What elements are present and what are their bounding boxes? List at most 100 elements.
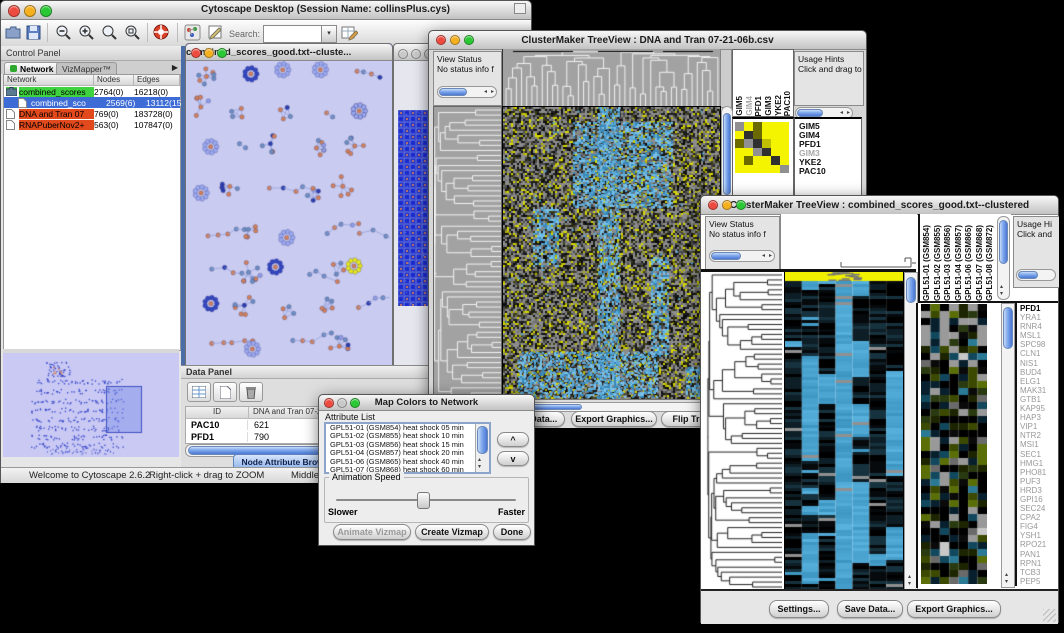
gene-label[interactable]: PEP5: [1020, 577, 1058, 586]
resize-grip[interactable]: [1043, 609, 1056, 622]
treeview1-titlebar[interactable]: ClusterMaker TreeView : DNA and Tran 07-…: [429, 31, 866, 50]
tab-vizmapper[interactable]: VizMapper™: [56, 62, 117, 74]
move-up-button[interactable]: ^: [497, 432, 529, 447]
treeview2-titlebar[interactable]: ClusterMaker TreeView : combined_scores_…: [701, 196, 1058, 215]
gene-label[interactable]: SEC1: [1020, 450, 1058, 459]
help-lifesaver-icon[interactable]: [153, 24, 170, 41]
gene-label[interactable]: YSH1: [1020, 531, 1058, 540]
zoom-button[interactable]: [736, 200, 746, 210]
scrollbar-thumb[interactable]: [477, 426, 488, 454]
new-attribute-icon[interactable]: [213, 382, 237, 402]
table-edit-icon[interactable]: [341, 24, 358, 41]
gene-label[interactable]: RNR4: [1020, 322, 1058, 331]
gene-label[interactable]: TCB3: [1020, 568, 1058, 577]
zoom-button[interactable]: [217, 48, 227, 58]
export-graphics-button[interactable]: Export Graphics...: [907, 600, 1001, 618]
search-dropdown-button[interactable]: ▾: [321, 25, 337, 43]
gene-label[interactable]: MSL1: [1020, 331, 1058, 340]
zoom-selected-icon[interactable]: [124, 24, 141, 41]
detail-heatmap[interactable]: [921, 304, 987, 584]
minimize-button[interactable]: [722, 200, 732, 210]
gene-label[interactable]: CPA2: [1020, 513, 1058, 522]
col-edges[interactable]: Edges: [134, 75, 180, 85]
zoom-button[interactable]: [350, 398, 360, 408]
view-status-scrollbar[interactable]: ◂▸: [709, 250, 775, 262]
control-panel-detach-icon[interactable]: [514, 3, 526, 14]
gene-label[interactable]: HRD3: [1020, 486, 1058, 495]
gene-label[interactable]: SPC98: [1020, 340, 1058, 349]
col-nodes[interactable]: Nodes: [94, 75, 134, 85]
gene-label[interactable]: NTR2: [1020, 431, 1058, 440]
scrollbar-thumb[interactable]: [439, 88, 467, 96]
gene-label[interactable]: MAK31: [1020, 386, 1058, 395]
gene-list-scrollbar[interactable]: ▴▾: [1001, 303, 1015, 588]
done-button[interactable]: Done: [493, 524, 531, 540]
gene-label[interactable]: GTB1: [1020, 395, 1058, 404]
close-button[interactable]: [8, 5, 20, 17]
column-dendrogram-area[interactable]: [780, 214, 917, 269]
close-button[interactable]: [324, 398, 334, 408]
animate-vizmap-button[interactable]: Animate Vizmap: [333, 524, 411, 540]
background-window-titlebar[interactable]: [394, 44, 432, 61]
zoom-button[interactable]: [40, 5, 52, 17]
gene-label[interactable]: PHO81: [1020, 468, 1058, 477]
zoom-fit-icon[interactable]: [101, 24, 118, 41]
gene-label[interactable]: HAP3: [1020, 413, 1058, 422]
network-tree-row[interactable]: combined_scores2764(0)16218(0): [4, 86, 180, 97]
zoom-in-icon[interactable]: [78, 24, 95, 41]
col-id[interactable]: ID: [186, 407, 249, 418]
minimize-button[interactable]: [24, 5, 36, 17]
gene-label[interactable]: RPO21: [1020, 540, 1058, 549]
gene-label[interactable]: ELG1: [1020, 377, 1058, 386]
gene-label[interactable]: PAN1: [1020, 550, 1058, 559]
minimize-button[interactable]: [204, 48, 214, 58]
scrollbar-thumb[interactable]: [1003, 307, 1013, 349]
column-dendrogram[interactable]: [502, 49, 721, 106]
gene-label[interactable]: CLN1: [1020, 349, 1058, 358]
network-tree-row[interactable]: DNA and Tran 07769(0)183728(0): [4, 108, 180, 119]
gene-label[interactable]: PFD1: [1020, 304, 1058, 313]
gene-label[interactable]: RPN1: [1020, 559, 1058, 568]
detail-heatmap-panel[interactable]: [916, 303, 1003, 588]
gene-label[interactable]: NIS1: [1020, 359, 1058, 368]
column-labels-scrollbar[interactable]: ▴▾: [997, 216, 1010, 300]
zoom-out-icon[interactable]: [55, 24, 72, 41]
row-dendrogram[interactable]: [705, 272, 782, 589]
gene-label[interactable]: BUD4: [1020, 368, 1058, 377]
global-heatmap[interactable]: [502, 106, 721, 401]
row-dendrogram[interactable]: [433, 106, 502, 401]
network-tree-row[interactable]: RNAPuberNov2+563(0)107847(0): [4, 119, 180, 130]
network-tree-row[interactable]: combined_sco2569(6)13112(15): [4, 97, 180, 108]
settings-button[interactable]: Settings...: [769, 600, 829, 618]
close-button[interactable]: [436, 35, 446, 45]
save-data-button[interactable]: Save Data...: [837, 600, 903, 618]
search-input[interactable]: [263, 25, 327, 43]
gene-label[interactable]: SEC24: [1020, 504, 1058, 513]
create-vizmap-button[interactable]: Create Vizmap: [415, 524, 489, 540]
zoom-button[interactable]: [464, 35, 474, 45]
network-table-header[interactable]: Network Nodes Edges: [4, 75, 180, 86]
attribute-list-scrollbar[interactable]: ▴▾: [475, 424, 489, 472]
delete-attribute-icon[interactable]: [239, 382, 263, 402]
minimize-button[interactable]: [411, 49, 421, 59]
scrollbar-thumb[interactable]: [723, 113, 731, 195]
minimize-button[interactable]: [450, 35, 460, 45]
speed-slider-thumb[interactable]: [417, 492, 430, 509]
global-heatmap[interactable]: [784, 272, 904, 589]
gene-label[interactable]: YRA1: [1020, 313, 1058, 322]
attribute-table-icon[interactable]: [187, 382, 211, 402]
close-button[interactable]: [398, 49, 408, 59]
close-button[interactable]: [191, 48, 201, 58]
network-view-titlebar[interactable]: combined_scores_good.txt--cluste...: [186, 44, 392, 61]
row-label[interactable]: PAC10: [799, 167, 861, 176]
detail-heatmap[interactable]: [735, 122, 789, 173]
usage-hints-scrollbar[interactable]: [1016, 269, 1056, 281]
attribute-listbox[interactable]: GPL51-01 (GSM854) heat shock 05 minGPL51…: [324, 422, 491, 474]
scrollbar-thumb[interactable]: [1018, 271, 1038, 279]
tab-overflow-button[interactable]: ▶: [172, 63, 178, 72]
scrollbar-thumb[interactable]: [711, 252, 741, 260]
dense-network-canvas[interactable]: [398, 110, 430, 306]
view-status-scrollbar[interactable]: ◂▸: [437, 86, 497, 98]
gene-label[interactable]: FIG4: [1020, 522, 1058, 531]
minimize-button[interactable]: [337, 398, 347, 408]
